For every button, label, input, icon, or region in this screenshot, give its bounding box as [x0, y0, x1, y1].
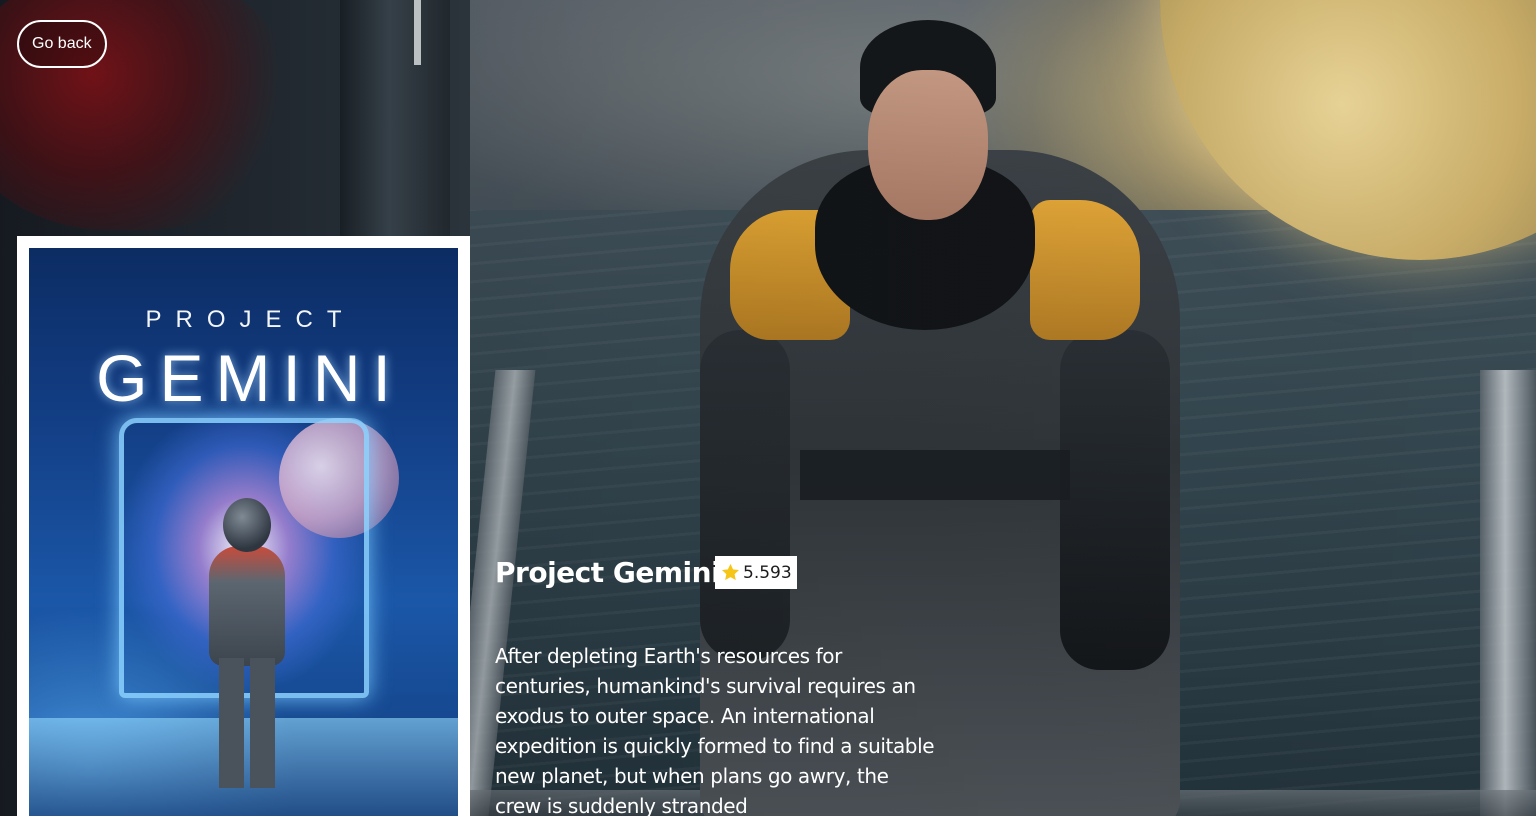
- movie-title: Project Gemini: [495, 556, 721, 589]
- rating-badge: 5.593: [715, 556, 797, 589]
- movie-detail-page: Go back PROJECT GEMINI Project Gemini 5.…: [0, 0, 1536, 816]
- poster-frame: PROJECT GEMINI: [17, 236, 470, 816]
- poster-title-text: GEMINI: [96, 341, 403, 415]
- rating-value: 5.593: [743, 562, 792, 583]
- movie-poster: PROJECT GEMINI: [29, 248, 458, 816]
- movie-overview: After depleting Earth's resources for ce…: [495, 644, 935, 816]
- star-icon: [721, 563, 739, 581]
- poster-astronaut: [201, 498, 291, 788]
- go-back-button[interactable]: Go back: [17, 20, 107, 68]
- poster-kicker-text: PROJECT: [145, 306, 356, 333]
